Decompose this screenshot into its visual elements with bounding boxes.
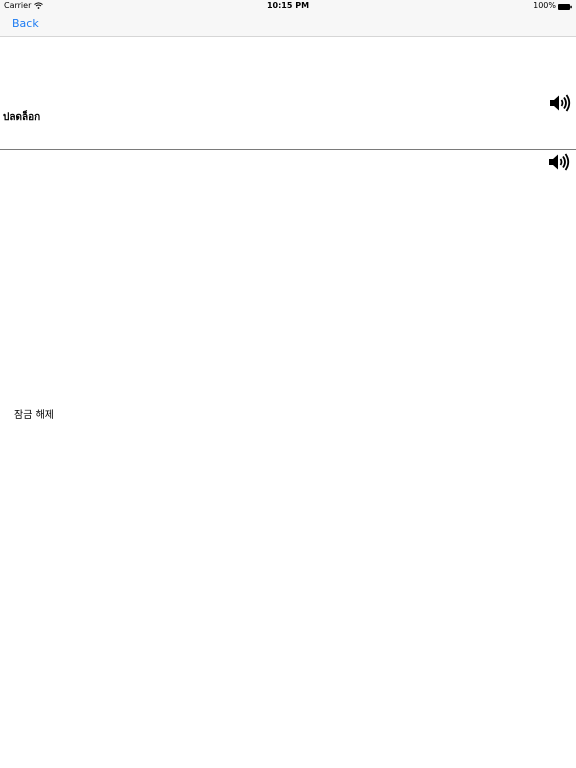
- source-text: ปลดล็อก: [3, 112, 41, 123]
- speaker-icon[interactable]: [548, 153, 570, 171]
- battery-percent: 100%: [533, 1, 556, 10]
- back-button[interactable]: Back: [12, 17, 39, 30]
- status-time: 10:15 PM: [266, 1, 310, 10]
- navigation-bar: Back: [0, 12, 576, 37]
- translation-text: 잠금 해제: [14, 410, 54, 421]
- status-bar: Carrier 10:15 PM 100%: [0, 0, 576, 12]
- battery-icon: [558, 3, 572, 10]
- speaker-icon[interactable]: [549, 94, 571, 112]
- source-entry: ปลดล็อก: [0, 37, 576, 150]
- status-right: 100%: [533, 1, 572, 10]
